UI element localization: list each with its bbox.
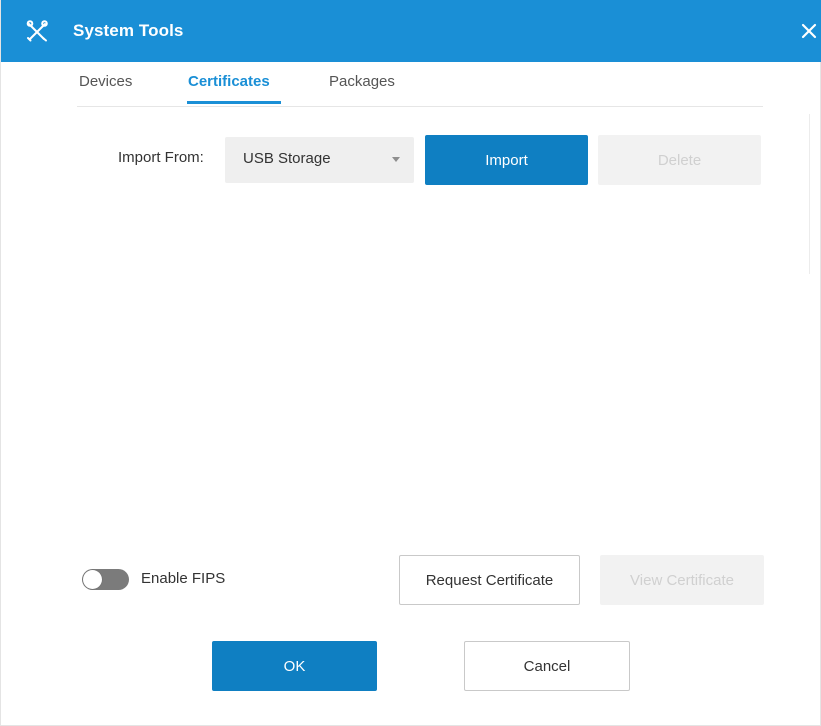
tab-packages[interactable]: Packages — [329, 73, 395, 90]
tab-certificates[interactable]: Certificates — [188, 73, 270, 90]
tools-icon — [26, 20, 48, 42]
import-source-select[interactable]: USB Storage — [225, 137, 414, 183]
panel-divider — [809, 114, 810, 274]
enable-fips-label: Enable FIPS — [141, 570, 226, 587]
fips-toggle[interactable] — [82, 569, 129, 590]
close-icon[interactable] — [797, 18, 821, 44]
cancel-button[interactable]: Cancel — [464, 641, 630, 691]
request-certificate-button[interactable]: Request Certificate — [399, 555, 580, 605]
active-tab-indicator — [187, 101, 281, 104]
tab-bar: Devices Certificates Packages — [77, 62, 763, 107]
import-button[interactable]: Import — [425, 135, 588, 185]
chevron-down-icon — [392, 157, 400, 162]
fips-toggle-knob — [83, 570, 102, 589]
ok-button[interactable]: OK — [212, 641, 377, 691]
view-certificate-button[interactable]: View Certificate — [600, 555, 764, 605]
window-title: System Tools — [73, 21, 184, 40]
title-bar: System Tools — [1, 0, 821, 62]
import-source-value: USB Storage — [243, 150, 331, 167]
import-from-label: Import From: — [118, 149, 204, 166]
tab-devices[interactable]: Devices — [79, 73, 132, 90]
system-tools-dialog: System Tools Devices Certificates Packag… — [0, 0, 821, 726]
delete-button[interactable]: Delete — [598, 135, 761, 185]
